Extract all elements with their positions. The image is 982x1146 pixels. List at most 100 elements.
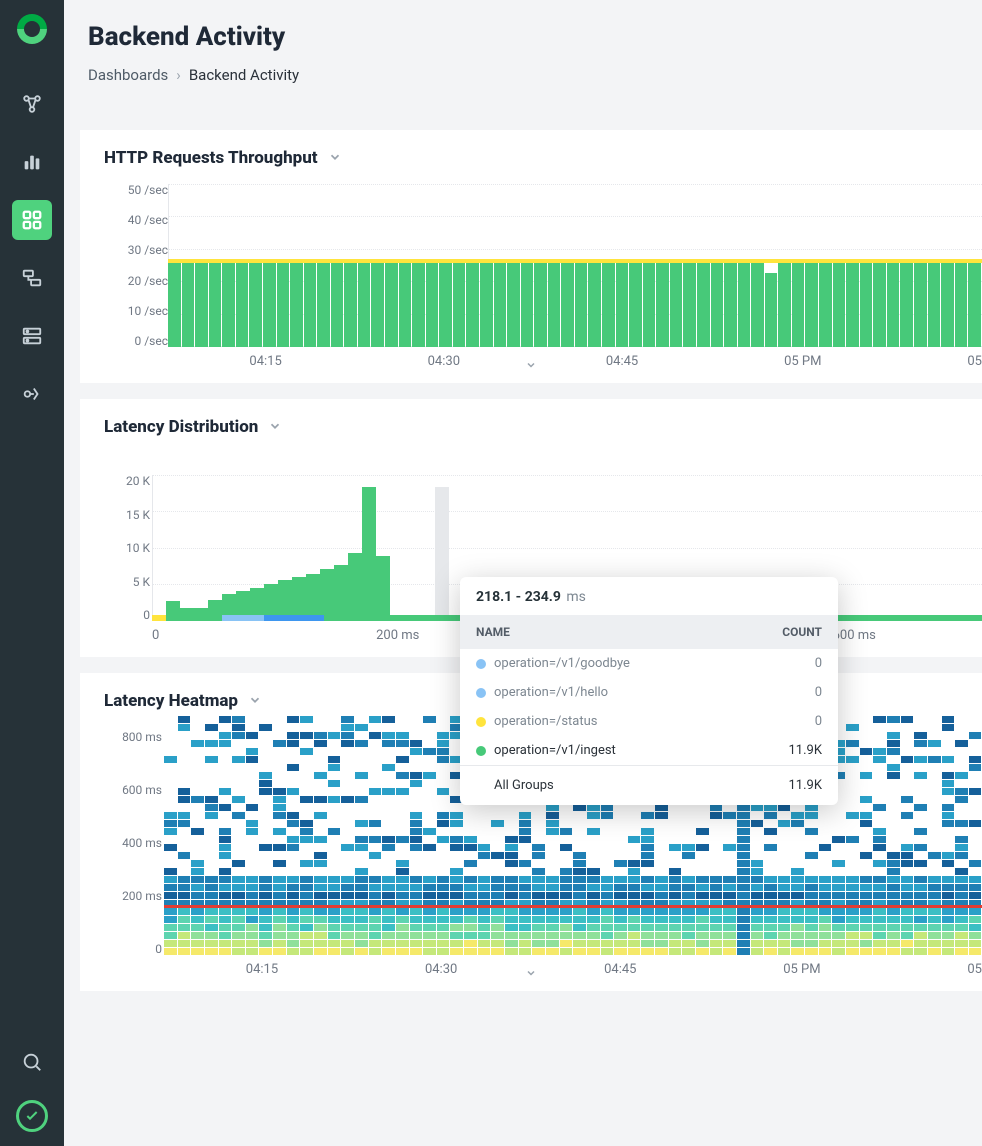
heatmap-cell [846, 764, 859, 771]
heatmap-cell [655, 812, 668, 819]
panel-menu-icon[interactable] [268, 418, 282, 437]
heatmap-cell [560, 828, 573, 835]
heatmap-cell [614, 892, 627, 899]
panel-menu-icon[interactable] [328, 149, 342, 168]
heatmap-cell [805, 852, 818, 859]
heatmap-cell [928, 868, 941, 875]
heatmap-cell [846, 932, 859, 939]
heatmap-cell [205, 820, 218, 827]
app-logo-icon[interactable] [17, 14, 47, 44]
heatmap-cell [601, 844, 614, 851]
heatmap-cell [641, 836, 654, 843]
heatmap-cell [273, 828, 286, 835]
heatmap-cell [205, 876, 218, 883]
connection-status[interactable] [16, 1100, 48, 1132]
panel-expand[interactable] [525, 356, 537, 375]
heatmap-cell [410, 796, 423, 803]
heatmap-cell [969, 852, 982, 859]
heatmap-cell [751, 812, 764, 819]
heatmap-cell [164, 804, 177, 811]
heatmap-cell [751, 924, 764, 931]
heatmap-cell [887, 884, 900, 891]
heatmap-cell [710, 860, 723, 867]
breadcrumb-root[interactable]: Dashboards [88, 66, 168, 84]
heatmap-cell [955, 732, 968, 739]
heatmap-cell [450, 812, 463, 819]
throughput-chart[interactable]: 50 /sec 40 /sec 30 /sec 20 /sec 10 /sec … [80, 178, 982, 373]
heatmap-cell [300, 932, 313, 939]
heatmap-cell [287, 860, 300, 867]
sidebar-item-topology[interactable] [12, 84, 52, 124]
sidebar-search[interactable] [12, 1042, 52, 1082]
sidebar-item-services[interactable] [12, 258, 52, 298]
heatmap-cell [314, 828, 327, 835]
heatmap-cell [287, 844, 300, 851]
sidebar-item-servers[interactable] [12, 316, 52, 356]
heatmap-cell [423, 940, 436, 947]
tooltip-col-count: COUNT [733, 615, 838, 649]
heatmap-cell [246, 828, 259, 835]
heatmap-cell [710, 884, 723, 891]
heatmap-cell [778, 940, 791, 947]
heatmap-cell [764, 884, 777, 891]
heatmap-cell [751, 844, 764, 851]
sidebar-nav [12, 84, 52, 414]
heatmap-col [355, 731, 368, 955]
heatmap-cell [287, 892, 300, 899]
heatmap-cell [423, 916, 436, 923]
heatmap-cell [587, 932, 600, 939]
heatmap-cell [791, 804, 804, 811]
heatmap-cell [914, 836, 927, 843]
heatmap-cell [423, 844, 436, 851]
panel-expand[interactable] [525, 964, 537, 983]
heatmap-cell [723, 860, 736, 867]
sidebar-item-metrics[interactable] [12, 142, 52, 182]
heatmap-cell [505, 884, 518, 891]
heatmap-cell [519, 868, 532, 875]
heatmap-cell [710, 940, 723, 947]
heatmap-cell [382, 780, 395, 787]
heatmap-cell [914, 804, 927, 811]
heatmap-cell [832, 948, 845, 955]
heatmap-cell [751, 948, 764, 955]
heatmap-cell [764, 852, 777, 859]
sidebar-item-traces[interactable] [12, 374, 52, 414]
heatmap-cell [614, 820, 627, 827]
heatmap-cell [178, 916, 191, 923]
heatmap-cell [955, 868, 968, 875]
heatmap-cell [696, 852, 709, 859]
heatmap-cell [328, 772, 341, 779]
heatmap-cell [737, 820, 750, 827]
heatmap-cell [860, 948, 873, 955]
heatmap-col [232, 731, 245, 955]
sidebar-item-dashboards[interactable] [12, 200, 52, 240]
series-dot-icon [476, 746, 486, 756]
throughput-bar [439, 263, 452, 347]
heatmap-cell [423, 724, 436, 731]
heatmap-cell [969, 804, 982, 811]
heatmap-cell [328, 836, 341, 843]
heatmap-cell [232, 828, 245, 835]
heatmap-cell [287, 756, 300, 763]
heatmap-cell [328, 724, 341, 731]
heatmap-cell [710, 844, 723, 851]
heatmap-cell [873, 908, 886, 915]
heatmap-cell [969, 868, 982, 875]
heatmap-cell [942, 812, 955, 819]
heatmap-cell [519, 876, 532, 883]
throughput-bar [277, 263, 290, 347]
panel-menu-icon[interactable] [248, 692, 262, 711]
heatmap-cell [819, 828, 832, 835]
heatmap-cell [655, 876, 668, 883]
throughput-bar [412, 263, 425, 347]
heatmap-cell [246, 764, 259, 771]
heatmap-cell [901, 868, 914, 875]
heatmap-cell [382, 916, 395, 923]
heatmap-cell [532, 836, 545, 843]
heatmap-cell [314, 732, 327, 739]
latency-dist-chart[interactable]: 20 K 15 K 10 K 5 K 0 [80, 447, 982, 647]
heatmap-cell [573, 836, 586, 843]
heatmap-cell [300, 852, 313, 859]
heatmap-cell [587, 892, 600, 899]
heatmap-col [437, 731, 450, 955]
